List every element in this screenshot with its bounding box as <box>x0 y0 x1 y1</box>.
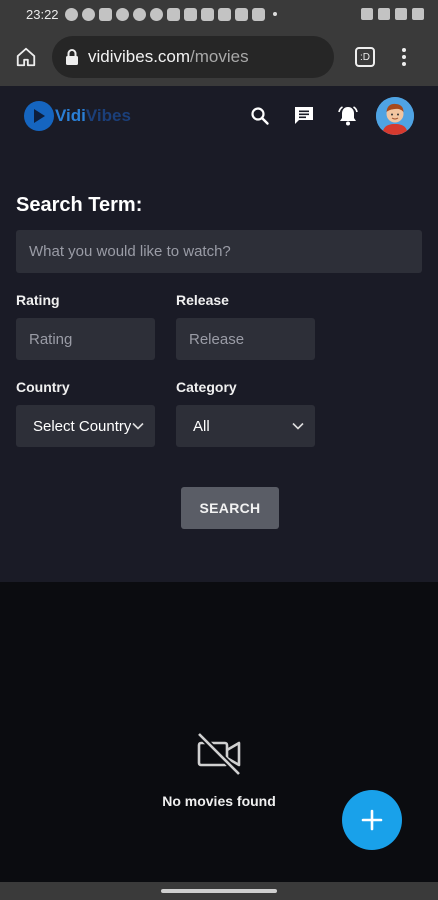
plus-icon <box>361 809 383 831</box>
home-icon <box>16 47 36 67</box>
country-select-value: Select Country <box>33 417 131 435</box>
notification-icons <box>64 7 277 21</box>
tabs-button[interactable]: :D <box>346 28 384 86</box>
logo-text-vidi: Vidi <box>55 106 86 125</box>
system-nav-bar <box>0 882 438 900</box>
chevron-down-icon <box>291 419 305 433</box>
youtube-icon <box>251 7 265 21</box>
facebook-icon <box>132 7 146 21</box>
more-notifications-icon <box>272 12 277 16</box>
alarm-icon <box>361 8 373 20</box>
whatsapp-business-icon <box>81 7 95 21</box>
add-fab-button[interactable] <box>342 790 402 850</box>
facebook-icon <box>115 7 129 21</box>
menu-dot <box>402 62 406 66</box>
signal-icon <box>395 8 407 20</box>
messages-button[interactable] <box>282 94 326 138</box>
release-label: Release <box>176 292 229 308</box>
search-submit-button[interactable]: SEARCH <box>181 487 279 529</box>
battery-icon <box>412 8 424 20</box>
home-button[interactable] <box>0 28 52 86</box>
url-text: vidivibes.com/movies <box>88 47 249 67</box>
whatsapp-icon <box>64 7 78 21</box>
category-select-value: All <box>193 417 210 435</box>
bell-icon <box>338 106 358 126</box>
mute-icon <box>378 8 390 20</box>
youtube-icon <box>234 7 248 21</box>
system-icons <box>361 8 424 20</box>
country-select[interactable]: Select Country <box>16 405 155 447</box>
logo-text-vibes: Vibes <box>85 106 131 125</box>
message-icon <box>98 7 112 21</box>
category-label: Category <box>176 379 237 395</box>
menu-dot <box>402 55 406 59</box>
logo-text: VidiVibes <box>55 106 131 126</box>
url-path: /movies <box>190 47 249 66</box>
country-label: Country <box>16 379 70 395</box>
rating-label: Rating <box>16 292 60 308</box>
site-logo[interactable]: VidiVibes <box>24 101 131 131</box>
search-term-heading: Search Term: <box>16 194 143 216</box>
browser-menu-button[interactable] <box>384 28 424 86</box>
facebook-icon <box>149 7 163 21</box>
play-logo-icon <box>24 101 54 131</box>
notifications-button[interactable] <box>326 94 370 138</box>
header-actions <box>238 94 414 138</box>
status-time: 23:22 <box>26 6 59 22</box>
app-header: VidiVibes <box>0 86 438 146</box>
status-bar: 23:22 <box>0 0 438 28</box>
release-input[interactable] <box>176 318 315 360</box>
browser-toolbar: vidivibes.com/movies :D <box>0 28 438 86</box>
snapchat-icon <box>183 7 197 21</box>
chevron-down-icon <box>131 419 145 433</box>
snapchat-icon <box>200 7 214 21</box>
menu-dot <box>402 48 406 52</box>
lock-icon <box>64 49 80 65</box>
youtube-icon <box>217 7 231 21</box>
rating-input[interactable] <box>16 318 155 360</box>
address-bar[interactable]: vidivibes.com/movies <box>52 36 334 78</box>
search-term-input[interactable] <box>16 230 422 273</box>
snapchat-icon <box>166 7 180 21</box>
category-select[interactable]: All <box>176 405 315 447</box>
chat-icon <box>295 107 313 124</box>
video-off-icon <box>196 731 242 777</box>
search-panel: Search Term: Rating Release Country Sele… <box>0 146 438 582</box>
search-button[interactable] <box>238 94 282 138</box>
user-avatar[interactable] <box>376 97 414 135</box>
tab-switcher-icon: :D <box>355 47 375 67</box>
url-host: vidivibes.com <box>88 47 191 66</box>
search-icon <box>251 107 269 125</box>
gesture-handle[interactable] <box>161 889 277 893</box>
